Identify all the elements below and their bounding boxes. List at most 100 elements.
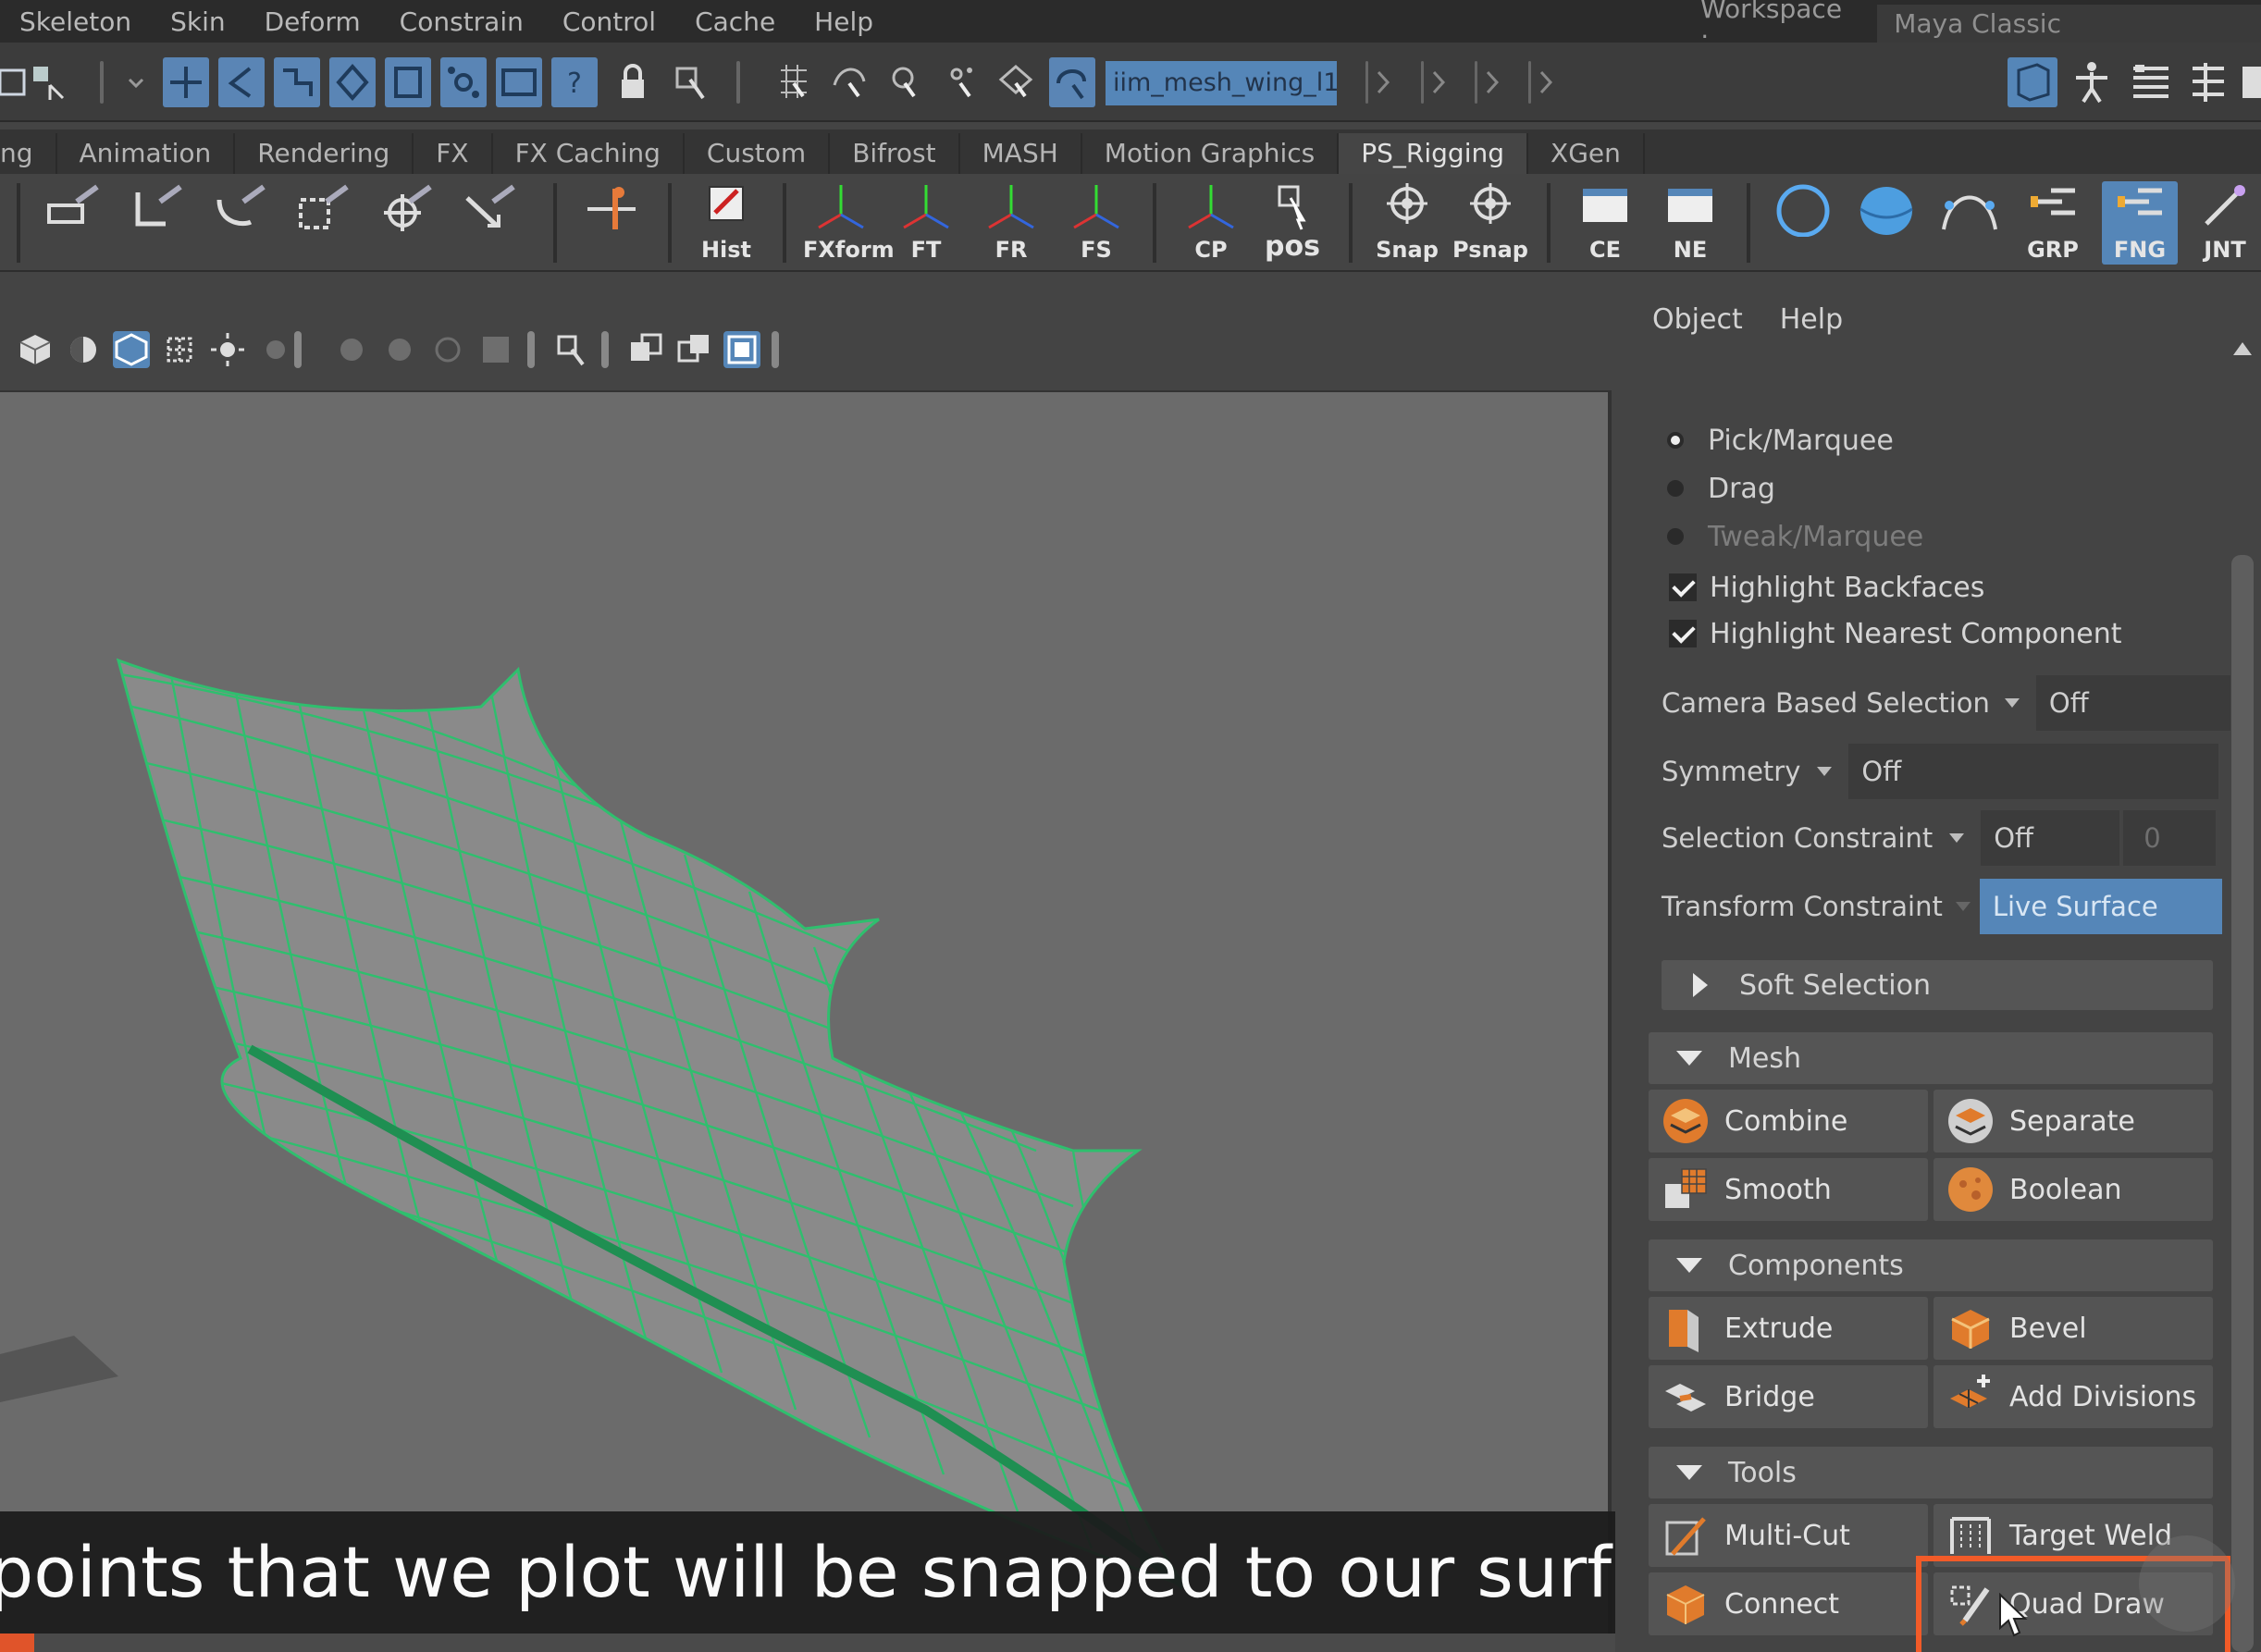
menu-deform[interactable]: Deform bbox=[245, 6, 380, 37]
depth-of-field-icon[interactable] bbox=[477, 331, 514, 368]
center-pivot-icon[interactable] bbox=[368, 181, 444, 265]
wireframe-shaded-icon[interactable] bbox=[17, 331, 54, 368]
expand-arrow-icon[interactable] bbox=[1373, 57, 1395, 107]
multi-cut-button[interactable]: Multi-Cut bbox=[1649, 1504, 1928, 1567]
tab-fx[interactable]: FX bbox=[414, 133, 493, 174]
menu-cache[interactable]: Cache bbox=[675, 6, 795, 37]
chevron-down-icon[interactable] bbox=[2004, 698, 2020, 708]
shadows-icon[interactable] bbox=[257, 331, 294, 368]
tab-fx-caching[interactable]: FX Caching bbox=[493, 133, 685, 174]
components-section[interactable]: Components bbox=[1649, 1239, 2213, 1291]
chevron-down-icon[interactable] bbox=[1949, 833, 1965, 843]
scroll-up-icon[interactable] bbox=[2233, 342, 2252, 355]
separate-button[interactable]: Separate bbox=[1934, 1090, 2213, 1153]
snap-surface-icon[interactable] bbox=[994, 57, 1040, 107]
panel-scrollbar[interactable] bbox=[2231, 342, 2254, 1652]
xray-active-components-icon[interactable] bbox=[723, 331, 760, 368]
pos-button[interactable]: pos bbox=[1254, 181, 1330, 265]
wireframe-on-shaded-icon[interactable] bbox=[113, 331, 150, 368]
bevel-button[interactable]: Bevel bbox=[1934, 1297, 2213, 1360]
help-icon[interactable]: ? bbox=[551, 57, 598, 107]
transform-constraint-value[interactable]: Live Surface bbox=[1979, 879, 2222, 934]
mask-all-icon[interactable] bbox=[163, 57, 209, 107]
connect-button[interactable]: Connect bbox=[1649, 1572, 1928, 1635]
menu-skeleton[interactable]: Skeleton bbox=[0, 6, 151, 37]
snap-button[interactable]: Snap bbox=[1369, 181, 1445, 265]
lock-icon[interactable] bbox=[614, 61, 651, 104]
ne-button[interactable]: NE bbox=[1652, 181, 1728, 265]
radio-tweak-marquee[interactable]: Tweak/Marquee bbox=[1667, 516, 1923, 557]
radio-pick-marquee[interactable]: Pick/Marquee bbox=[1667, 420, 1894, 461]
boolean-button[interactable]: Boolean bbox=[1934, 1158, 2213, 1221]
motion-blur-icon[interactable] bbox=[381, 331, 418, 368]
combine-button[interactable]: Combine bbox=[1649, 1090, 1928, 1153]
fng-button[interactable]: FNG bbox=[2102, 181, 2178, 265]
viewport-panel[interactable] bbox=[0, 298, 1612, 1652]
wing-mesh-wireframe[interactable] bbox=[0, 392, 1612, 1652]
menu-object[interactable]: Object bbox=[1652, 303, 1743, 336]
snap-grid-icon[interactable] bbox=[772, 57, 818, 107]
workspace-dropdown[interactable]: Maya Classic bbox=[1877, 5, 2261, 43]
shaded-icon[interactable] bbox=[65, 331, 102, 368]
grp-button[interactable]: GRP bbox=[2015, 181, 2091, 265]
select-hierarchy-icon[interactable] bbox=[26, 57, 72, 107]
lighting-icon[interactable] bbox=[209, 331, 246, 368]
highlight-select-icon[interactable] bbox=[668, 57, 714, 107]
cp-button[interactable]: CP bbox=[1173, 181, 1249, 265]
ce-button[interactable]: CE bbox=[1567, 181, 1643, 265]
extrude-button[interactable]: Extrude bbox=[1649, 1297, 1928, 1360]
isolate-select-icon[interactable] bbox=[553, 331, 590, 368]
mask-surfaces-icon[interactable] bbox=[385, 57, 431, 107]
mask-dynamics-icon[interactable] bbox=[440, 57, 487, 107]
tab-xgen[interactable]: XGen bbox=[1528, 133, 1645, 174]
camera-based-selection-value[interactable]: Off bbox=[2035, 675, 2230, 731]
chevron-down-icon[interactable] bbox=[122, 57, 150, 107]
snap-view-plane-icon[interactable] bbox=[938, 57, 984, 107]
human-ik-icon[interactable] bbox=[2067, 57, 2117, 107]
expand-arrow-icon-2[interactable] bbox=[1428, 57, 1451, 107]
anti-aliasing-icon[interactable] bbox=[429, 331, 466, 368]
tool-settings-icon[interactable] bbox=[2183, 57, 2233, 107]
unparent-icon[interactable] bbox=[118, 181, 194, 265]
sphere-icon[interactable] bbox=[1848, 181, 1924, 265]
soft-selection-section[interactable]: Soft Selection bbox=[1662, 960, 2213, 1010]
mask-deformers-icon[interactable] bbox=[274, 57, 320, 107]
tab-mash[interactable]: MASH bbox=[960, 133, 1082, 174]
hist-button[interactable]: Hist bbox=[688, 181, 764, 265]
mask-rendering-icon[interactable] bbox=[496, 57, 542, 107]
menu-help[interactable]: Help bbox=[795, 6, 893, 37]
constraint-icon[interactable] bbox=[451, 181, 527, 265]
checkbox-highlight-backfaces[interactable]: Highlight Backfaces bbox=[1669, 566, 1984, 609]
fs-button[interactable]: FS bbox=[1058, 181, 1134, 265]
tab-custom[interactable]: Custom bbox=[685, 133, 831, 174]
chevron-down-icon[interactable] bbox=[1955, 902, 1971, 911]
snap-point-icon[interactable] bbox=[883, 57, 929, 107]
nurbs-circle-icon[interactable] bbox=[1765, 181, 1841, 265]
tab-modeling[interactable]: ng bbox=[0, 133, 57, 174]
parent-icon[interactable] bbox=[35, 181, 111, 265]
menu-panel-help[interactable]: Help bbox=[1780, 303, 1843, 336]
smooth-button[interactable]: Smooth bbox=[1649, 1158, 1928, 1221]
tab-bifrost[interactable]: Bifrost bbox=[830, 133, 960, 174]
xray-joints-icon[interactable] bbox=[675, 331, 712, 368]
make-live-icon[interactable] bbox=[1049, 57, 1095, 107]
fr-button[interactable]: FR bbox=[973, 181, 1049, 265]
selection-constraint-number[interactable]: 0 bbox=[2123, 810, 2217, 866]
menu-skin[interactable]: Skin bbox=[151, 6, 245, 37]
expand-arrow-icon-3[interactable] bbox=[1482, 57, 1504, 107]
live-object-name-field[interactable]: iim_mesh_wing_l1 bbox=[1106, 61, 1337, 105]
modeling-toolkit-icon[interactable] bbox=[2008, 57, 2057, 107]
mask-curves-icon[interactable] bbox=[218, 57, 265, 107]
snap-curve-icon[interactable] bbox=[827, 57, 873, 107]
psnap-button[interactable]: Psnap bbox=[1452, 181, 1528, 265]
joint-orient-icon[interactable] bbox=[574, 181, 649, 265]
reparent-icon[interactable] bbox=[202, 181, 278, 265]
ft-button[interactable]: FT bbox=[888, 181, 964, 265]
selection-constraint-value[interactable]: Off bbox=[1981, 810, 2120, 866]
jnt-button[interactable]: JNT bbox=[2189, 181, 2261, 265]
checkbox-highlight-nearest[interactable]: Highlight Nearest Component bbox=[1669, 612, 2122, 655]
chevron-down-icon[interactable] bbox=[1817, 767, 1833, 776]
tab-animation[interactable]: Animation bbox=[57, 133, 236, 174]
xray-icon[interactable] bbox=[627, 331, 664, 368]
group-selection-icon[interactable] bbox=[285, 181, 361, 265]
